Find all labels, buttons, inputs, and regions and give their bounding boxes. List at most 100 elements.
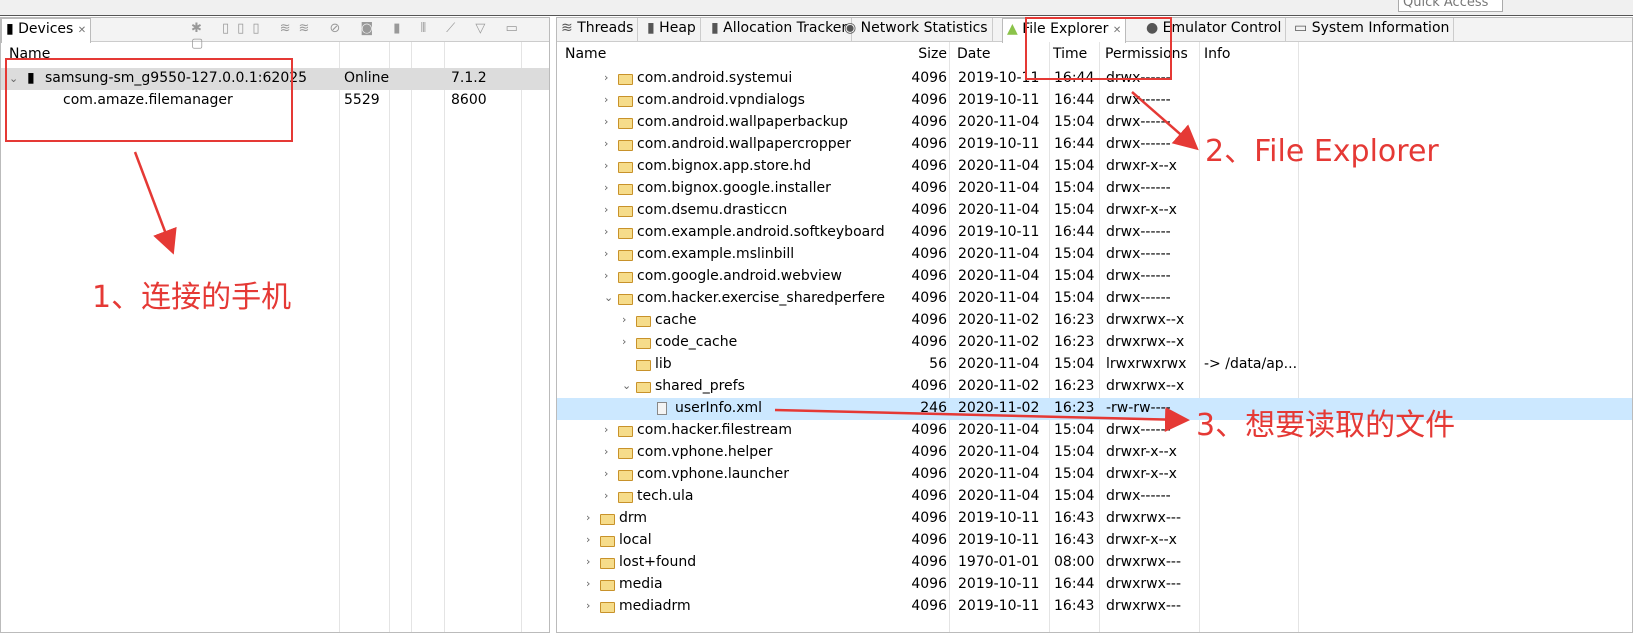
tab-icon: ▭ (1294, 20, 1308, 36)
chevron-right-icon[interactable]: › (586, 577, 590, 590)
file-row[interactable]: › code_cache 4096 2020-11-02 16:23 drwxrwx--x (557, 332, 1632, 354)
file-row[interactable]: ⌄ shared_prefs 4096 2020-11-02 16:23 drwxrwx-… (557, 376, 1632, 398)
chevron-right-icon[interactable]: › (586, 555, 590, 568)
column-name[interactable]: Name (565, 46, 606, 62)
chevron-right-icon[interactable]: › (622, 335, 626, 348)
chevron-right-icon[interactable]: › (604, 467, 608, 480)
file-permissions: drwx------ (1106, 422, 1171, 438)
tab-allocation-tracker[interactable]: ▮ Allocation Tracker (707, 18, 853, 42)
file-name: com.hacker.exercise_sharedperfere (637, 290, 885, 306)
file-info: -> /data/ap... (1204, 356, 1298, 372)
file-date: 2019-10-11 (958, 510, 1040, 526)
chevron-down-icon[interactable]: ⌄ (604, 291, 613, 304)
file-row[interactable]: › com.android.wallpaperbackup 4096 2020-11-… (557, 112, 1632, 134)
chevron-right-icon[interactable]: › (604, 269, 608, 282)
file-size: 4096 (911, 532, 947, 548)
chevron-right-icon[interactable]: › (604, 225, 608, 238)
file-size: 4096 (911, 202, 947, 218)
chevron-right-icon[interactable]: › (604, 137, 608, 150)
file-size: 4096 (911, 92, 947, 108)
device-col2: Online (344, 70, 390, 86)
tab-label: Allocation Tracker (723, 20, 848, 36)
file-size: 4096 (911, 114, 947, 130)
quick-access-input[interactable]: Quick Access (1398, 0, 1503, 12)
tab-devices[interactable]: ▮ Devices ✕ (1, 18, 92, 43)
highlight-file-explorer-tab (1025, 17, 1172, 80)
file-time: 16:23 (1054, 378, 1095, 394)
file-name: drm (619, 510, 648, 526)
chevron-right-icon[interactable]: › (604, 489, 608, 502)
file-time: 15:04 (1054, 444, 1095, 460)
file-time: 15:04 (1054, 158, 1095, 174)
column-info[interactable]: Info (1204, 46, 1231, 62)
file-row[interactable]: › tech.ula 4096 2020-11-04 15:04 drwx------ (557, 486, 1632, 508)
file-name: com.bignox.app.store.hd (637, 158, 812, 174)
file-date: 2020-11-04 (958, 246, 1040, 262)
file-row[interactable]: › com.hacker.filestream 4096 2020-11-04 15:0… (557, 420, 1632, 442)
chevron-right-icon[interactable]: › (604, 159, 608, 172)
folder-icon (600, 580, 615, 591)
chevron-right-icon[interactable]: › (604, 445, 608, 458)
file-permissions: drwx------ (1106, 268, 1171, 284)
chevron-right-icon[interactable]: › (604, 247, 608, 260)
file-time: 08:00 (1054, 554, 1095, 570)
file-name: com.android.wallpapercropper (637, 136, 852, 152)
chevron-right-icon[interactable]: › (604, 93, 608, 106)
file-row[interactable]: › com.android.wallpapercropper 4096 2019-10… (557, 134, 1632, 156)
file-permissions: drwx------ (1106, 246, 1171, 262)
file-time: 16:44 (1054, 92, 1095, 108)
file-row[interactable]: › com.android.vpndialogs 4096 2019-10-11 16:… (557, 90, 1632, 112)
chevron-right-icon[interactable]: › (586, 533, 590, 546)
column-size[interactable]: Size (917, 46, 947, 62)
file-time: 15:04 (1054, 290, 1095, 306)
file-time: 16:43 (1054, 598, 1095, 614)
tab-icon: ▲ (1007, 21, 1018, 37)
column-date[interactable]: Date (957, 46, 990, 62)
file-row[interactable]: › com.bignox.google.installer 4096 2020-11-… (557, 178, 1632, 200)
close-icon[interactable]: ✕ (78, 25, 86, 36)
tab-system-information[interactable]: ▭ System Information (1290, 18, 1455, 42)
tab-icon: ▮ (647, 20, 655, 36)
tab-heap[interactable]: ▮ Heap (643, 18, 701, 42)
file-row[interactable]: › mediadrm 4096 2019-10-11 16:43 drwxrwx--- (557, 596, 1632, 618)
file-row[interactable]: › lost+found 4096 1970-01-01 08:00 drwxrwx--- (557, 552, 1632, 574)
chevron-right-icon[interactable]: › (604, 181, 608, 194)
file-row[interactable]: › com.bignox.app.store.hd 4096 2020-11-04 15… (557, 156, 1632, 178)
file-row[interactable]: › cache 4096 2020-11-02 16:23 drwxrwx--x (557, 310, 1632, 332)
chevron-down-icon[interactable]: ⌄ (622, 379, 631, 392)
tab-threads[interactable]: ≋ Threads (557, 18, 639, 42)
file-row[interactable]: › com.example.android.softkeyboard 4096 201… (557, 222, 1632, 244)
file-row[interactable]: › com.vphone.helper 4096 2020-11-04 15:04 drw… (557, 442, 1632, 464)
file-name: tech.ula (637, 488, 694, 504)
file-row[interactable]: › local 4096 2019-10-11 16:43 drwxr-x--x (557, 530, 1632, 552)
file-row[interactable]: › com.example.mslinbill 4096 2020-11-04 15:0… (557, 244, 1632, 266)
chevron-right-icon[interactable]: › (604, 115, 608, 128)
file-row[interactable]: ⌄ com.hacker.exercise_sharedperfere 4096 20… (557, 288, 1632, 310)
file-row[interactable]: lib 56 2020-11-04 15:04 lrwxrwxrwx -> /data/a… (557, 354, 1632, 376)
file-time: 15:04 (1054, 202, 1095, 218)
file-row[interactable]: › media 4096 2019-10-11 16:44 drwxrwx--- (557, 574, 1632, 596)
chevron-right-icon[interactable]: › (586, 511, 590, 524)
file-size: 4096 (911, 444, 947, 460)
file-row[interactable]: › com.vphone.launcher 4096 2020-11-04 15:04 d… (557, 464, 1632, 486)
file-row[interactable]: › drm 4096 2019-10-11 16:43 drwxrwx--- (557, 508, 1632, 530)
folder-icon (618, 470, 633, 481)
file-row[interactable]: userInfo.xml 246 2020-11-02 16:23 -rw-rw---- (557, 398, 1632, 420)
file-date: 2020-11-04 (958, 158, 1040, 174)
device-col3: 7.1.2 (451, 70, 487, 86)
file-permissions: -rw-rw---- (1106, 400, 1171, 416)
file-date: 2020-11-02 (958, 378, 1040, 394)
chevron-right-icon[interactable]: › (604, 203, 608, 216)
file-name: lib (655, 356, 672, 372)
chevron-right-icon[interactable]: › (622, 313, 626, 326)
file-row[interactable]: › com.google.android.webview 4096 2020-11-0… (557, 266, 1632, 288)
tab-network-statistics[interactable]: ◉ Network Statistics (840, 18, 993, 42)
chevron-right-icon[interactable]: › (604, 423, 608, 436)
tab-label: Devices (18, 21, 74, 37)
file-time: 16:23 (1054, 400, 1095, 416)
chevron-right-icon[interactable]: › (586, 599, 590, 612)
file-date: 2020-11-04 (958, 290, 1040, 306)
chevron-right-icon[interactable]: › (604, 71, 608, 84)
tab-label: System Information (1311, 20, 1450, 36)
file-row[interactable]: › com.dsemu.drasticcn 4096 2020-11-04 15:04 d… (557, 200, 1632, 222)
